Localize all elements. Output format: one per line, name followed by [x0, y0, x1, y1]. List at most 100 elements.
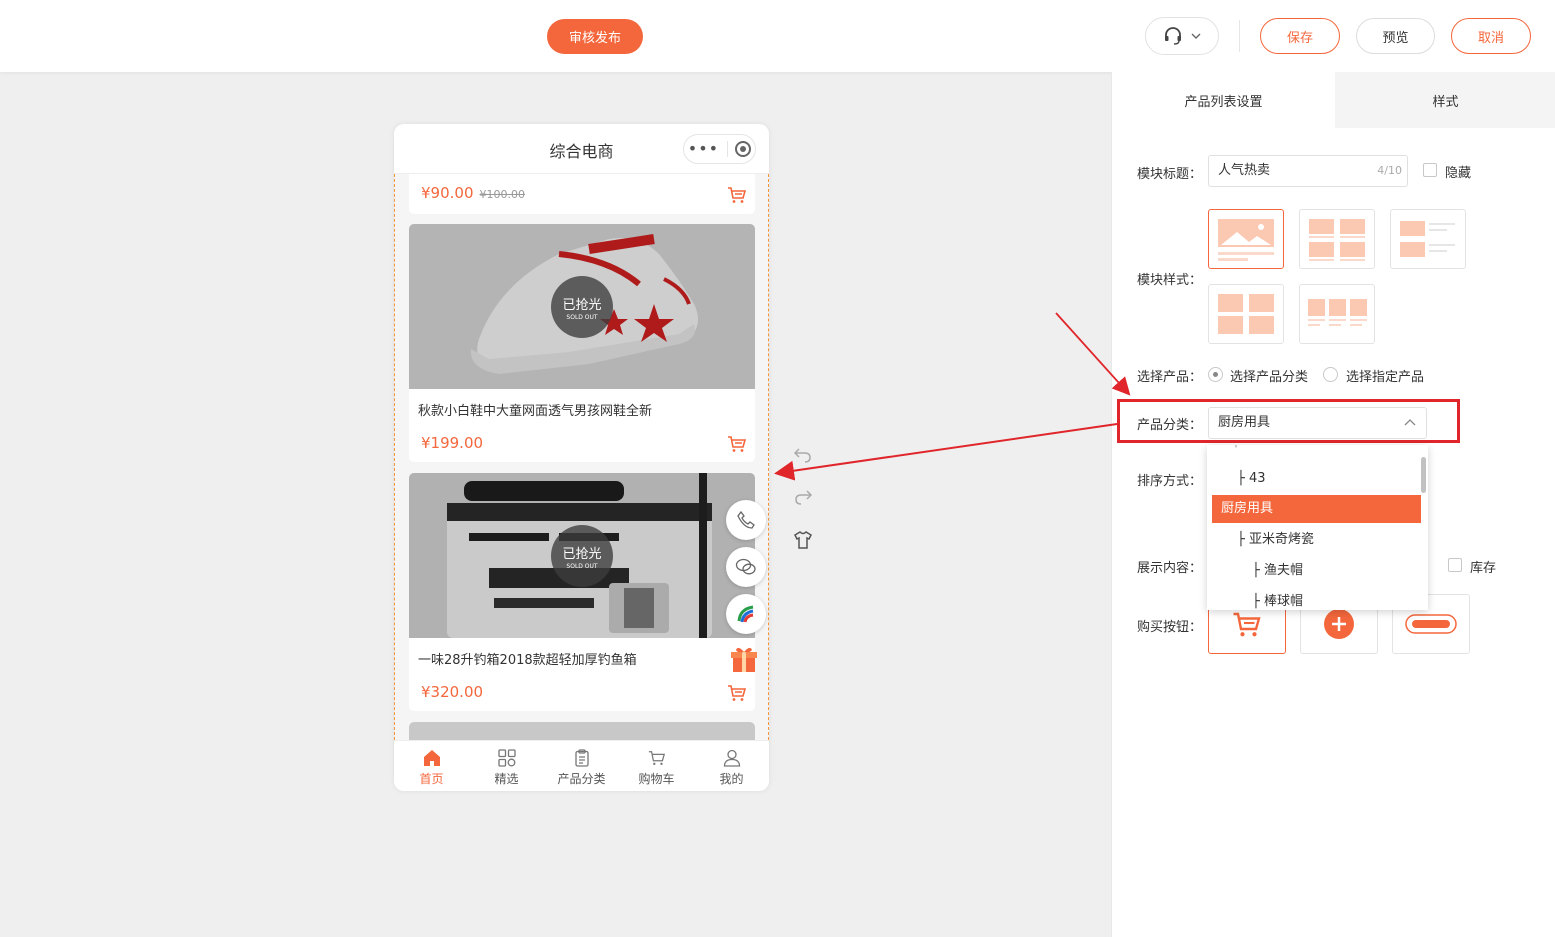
top-bar: 审核发布 保存 预览 取消 [0, 0, 1555, 72]
cart-icon [648, 751, 665, 766]
product-name: 秋款小白鞋中大童网面透气男孩网鞋全新 [418, 404, 653, 419]
phone-float-button[interactable] [726, 500, 766, 540]
product-list-module[interactable]: ¥90.00 ¥100.00 已抢光 SOLD OUT 秋款小白鞋中大童网面透气… [394, 174, 769, 740]
phone-preview: 综合电商 ••• ¥90.00 ¥100.00 已抢光 SOLD OUT 秋款小… [394, 124, 769, 791]
pill-button-icon [1405, 614, 1457, 634]
shirt-icon[interactable] [793, 530, 813, 550]
product-card[interactable]: ¥90.00 ¥100.00 [409, 174, 755, 214]
tab-product-list-settings[interactable]: 产品列表设置 [1112, 72, 1335, 128]
nav-mine[interactable]: 我的 [694, 741, 769, 791]
wechat-icon [735, 558, 756, 575]
product-price: ¥320.00 [421, 683, 484, 701]
product-card[interactable] [409, 722, 755, 740]
tab-style[interactable]: 样式 [1335, 72, 1555, 128]
product-card[interactable]: 已抢光 SOLD OUT 一味28升钓箱2018款超轻加厚钓鱼箱 ¥320.00 [409, 473, 755, 711]
save-button[interactable]: 保存 [1260, 18, 1340, 54]
product-image: 已抢光 SOLD OUT [409, 224, 755, 389]
display-content-label: 展示内容： [1137, 561, 1203, 576]
close-target-icon[interactable] [735, 141, 752, 157]
nav-label: 产品分类 [557, 772, 606, 786]
gift-float-button[interactable] [726, 641, 762, 677]
three-column-template-icon [1308, 299, 1367, 326]
dropdown-item-selected[interactable]: 厨房用具 [1212, 495, 1421, 523]
product-price: ¥90.00 ¥100.00 [421, 184, 525, 202]
preview-button[interactable]: 预览 [1356, 18, 1435, 54]
hide-checkbox[interactable] [1423, 163, 1437, 177]
plus-circle-icon [1324, 609, 1354, 639]
style-template-grid[interactable] [1208, 284, 1284, 344]
radio-select-specific[interactable] [1323, 367, 1338, 382]
nav-label: 我的 [719, 772, 744, 786]
module-title-label: 模块标题： [1137, 167, 1203, 182]
nav-home[interactable]: 首页 [394, 741, 469, 791]
nav-label: 精选 [494, 772, 519, 786]
more-icon[interactable]: ••• [688, 141, 719, 157]
nav-category[interactable]: 产品分类 [544, 741, 619, 791]
publish-button[interactable]: 审核发布 [547, 19, 643, 54]
nav-cart[interactable]: 购物车 [619, 741, 694, 791]
module-title-input[interactable]: 人气热卖 4/10 [1208, 155, 1408, 187]
dropdown-item[interactable]: ├ 亚米奇烤瓷 [1212, 526, 1421, 554]
gift-icon [731, 647, 757, 672]
two-column-template-icon [1309, 219, 1365, 261]
sort-label: 排序方式： [1137, 474, 1203, 489]
phone-header: 综合电商 ••• [394, 124, 769, 174]
product-image [409, 722, 755, 740]
dropdown-item[interactable]: ├ 43 [1212, 465, 1421, 493]
char-counter: 4/10 [1377, 164, 1402, 177]
style-template-large[interactable] [1208, 209, 1284, 269]
dropdown-item[interactable]: ├ 棒球帽 [1212, 588, 1421, 610]
category-dropdown[interactable]: ├ ├ 43 厨房用具 ├ 亚米奇烤瓷 ├ 渔夫帽 ├ 棒球帽 [1207, 445, 1428, 610]
miniprogram-capsule[interactable]: ••• [683, 134, 756, 164]
product-card[interactable]: 已抢光 SOLD OUT 秋款小白鞋中大童网面透气男孩网鞋全新 ¥199.00 [409, 224, 755, 462]
redo-icon[interactable] [793, 486, 813, 506]
stock-label: 库存 [1470, 561, 1497, 576]
colorful-logo-icon [737, 605, 754, 623]
cart-icon[interactable] [727, 435, 747, 453]
phone-call-icon [737, 510, 755, 529]
product-image: 已抢光 SOLD OUT [409, 473, 755, 638]
sold-out-badge: 已抢光 SOLD OUT [551, 276, 613, 338]
style-template-list[interactable] [1390, 209, 1466, 269]
arrow-to-product-list [774, 423, 1118, 481]
product-name: 一味28升钓箱2018款超轻加厚钓鱼箱 [418, 653, 637, 668]
undo-icon[interactable] [793, 444, 813, 464]
clipboard-icon [574, 749, 589, 767]
hide-label: 隐藏 [1445, 166, 1472, 181]
buy-button-label: 购买按钮： [1137, 620, 1203, 635]
cart-icon[interactable] [727, 186, 747, 204]
wechat-float-button[interactable] [726, 547, 766, 587]
select-product-label: 选择产品： [1137, 370, 1203, 385]
nav-label: 首页 [419, 772, 444, 786]
style-template-three-column[interactable] [1299, 284, 1375, 344]
product-price: ¥199.00 [421, 434, 484, 452]
input-value: 人气热卖 [1218, 163, 1271, 178]
share-float-button[interactable] [726, 594, 766, 634]
grid-icon [497, 749, 516, 767]
original-price: ¥100.00 [479, 188, 526, 201]
module-style-label: 模块样式： [1137, 273, 1203, 288]
support-button[interactable] [1145, 17, 1219, 55]
nav-featured[interactable]: 精选 [469, 741, 544, 791]
cancel-button[interactable]: 取消 [1451, 18, 1531, 54]
cart-icon[interactable] [727, 684, 747, 702]
dropdown-item[interactable]: ├ [1212, 445, 1421, 455]
dropdown-scrollbar[interactable] [1421, 457, 1426, 493]
dropdown-item[interactable]: ├ 渔夫帽 [1212, 557, 1421, 585]
cart-icon [1233, 612, 1261, 636]
grid-template-icon [1218, 294, 1274, 334]
radio-specific-label: 选择指定产品 [1346, 370, 1425, 385]
annotation-highlight-box [1117, 399, 1460, 443]
stock-checkbox[interactable] [1448, 558, 1462, 572]
chevron-down-icon [1191, 33, 1201, 39]
list-template-icon [1400, 221, 1455, 257]
radio-select-category[interactable] [1208, 367, 1223, 382]
divider [726, 141, 728, 157]
radio-category-label: 选择产品分类 [1230, 370, 1309, 385]
nav-label: 购物车 [638, 772, 675, 786]
headset-icon [1165, 27, 1181, 45]
style-template-two-column[interactable] [1299, 209, 1375, 269]
sold-out-badge: 已抢光 SOLD OUT [551, 525, 613, 587]
divider [1239, 20, 1240, 52]
large-image-template-icon [1218, 219, 1274, 261]
